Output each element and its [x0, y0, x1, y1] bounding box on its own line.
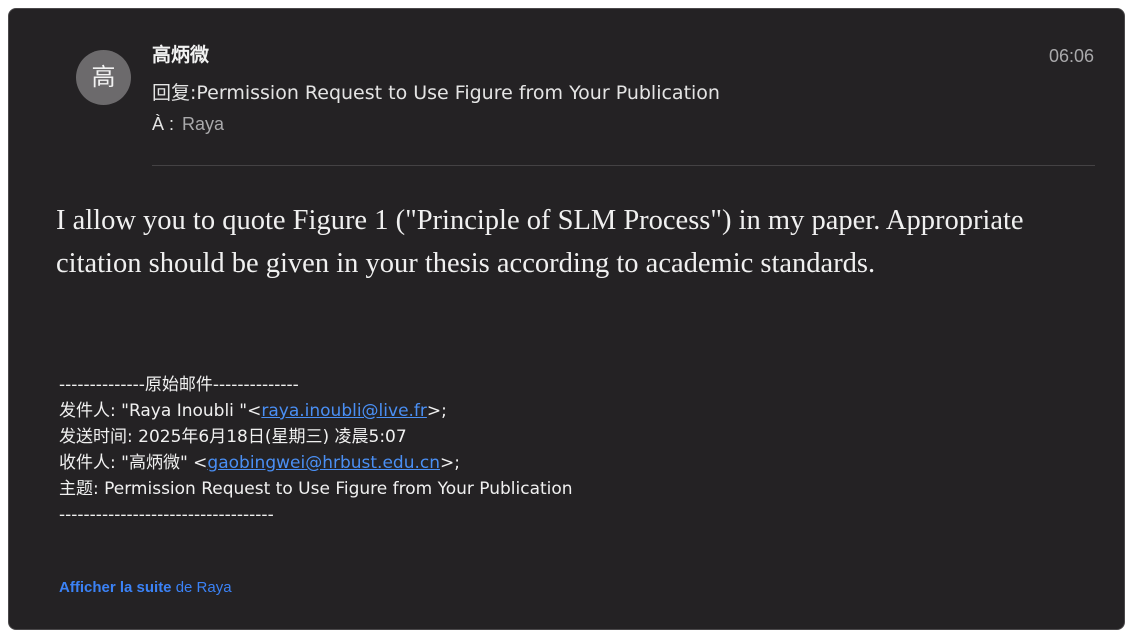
email-message: 高 高炳微 回复:Permission Request to Use Figur…: [8, 8, 1125, 630]
received-time: 06:06: [1048, 46, 1094, 66]
show-more-link[interactable]: Afficher la suite: [59, 579, 172, 596]
email-subject: 回复:Permission Request to Use Figure from…: [152, 82, 720, 104]
quote-from-email-link[interactable]: raya.inoubli@live.fr: [261, 401, 427, 421]
quote-from-line: 发件人: "Raya Inoubli "<raya.inoubli@live.f…: [59, 398, 573, 424]
quote-to-email-link[interactable]: gaobingwei@hrbust.edu.cn: [207, 453, 440, 473]
message-body: I allow you to quote Figure 1 ("Principl…: [56, 205, 1024, 279]
quote-separator-top: --------------原始邮件--------------: [59, 375, 299, 395]
quote-to-line: 收件人: "高炳微" <gaobingwei@hrbust.edu.cn>;: [59, 450, 573, 476]
quote-to-suffix: >;: [440, 453, 460, 473]
quote-sent-line: 发送时间: 2025年6月18日(星期三) 凌晨5:07: [59, 427, 407, 447]
quote-from-suffix: >;: [426, 401, 447, 421]
quote-subject-line: 主题: Permission Request to Use Figure fro…: [59, 479, 573, 499]
recipient-line: À : Raya: [152, 114, 224, 135]
recipient-name[interactable]: Raya: [182, 114, 224, 134]
avatar[interactable]: 高: [76, 50, 131, 105]
quote-from-prefix: 发件人: "Raya Inoubli "<: [59, 401, 262, 421]
sender-name[interactable]: 高炳微: [152, 40, 209, 67]
header-divider: [152, 165, 1095, 166]
quoted-original-message: --------------原始邮件-------------- 发件人: "R…: [59, 372, 573, 528]
quote-separator-bottom: -----------------------------------: [59, 505, 274, 525]
show-more-sender: de Raya: [171, 579, 232, 596]
show-more: Afficher la suite de Raya: [59, 579, 232, 596]
recipient-label: À :: [152, 114, 175, 134]
quote-to-prefix: 收件人: "高炳微" <: [59, 453, 208, 473]
